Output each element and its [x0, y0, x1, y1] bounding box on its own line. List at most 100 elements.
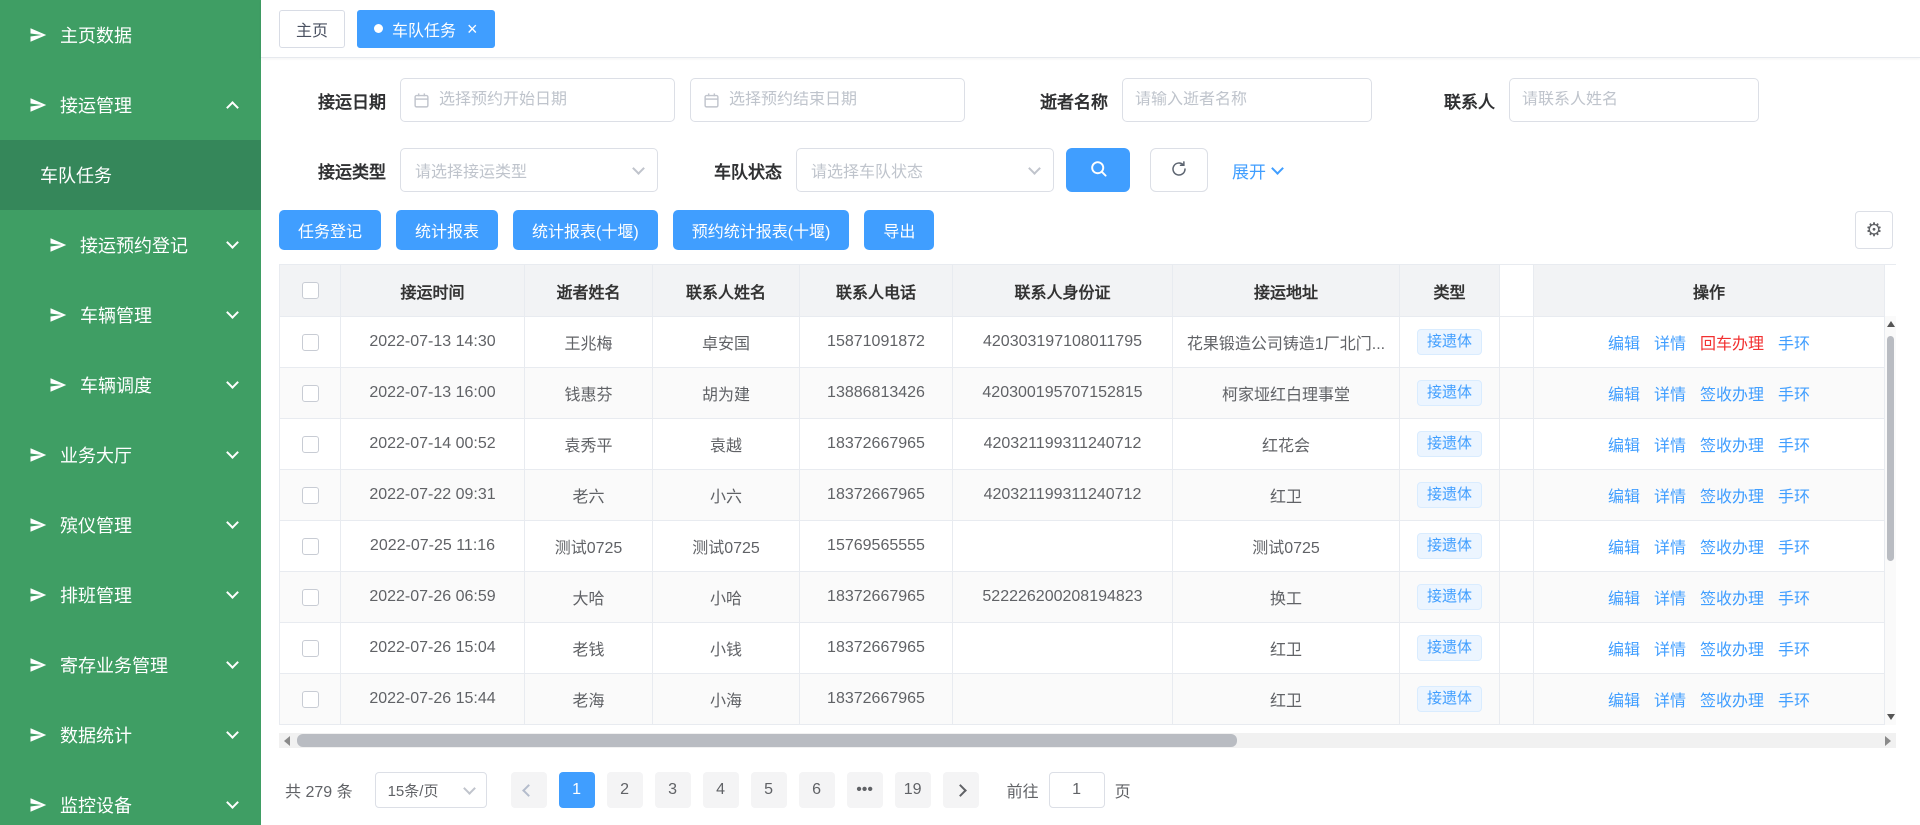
sidebar-item[interactable]: 车队任务 [0, 140, 261, 210]
search-button[interactable] [1066, 148, 1130, 192]
next-page-button[interactable] [943, 772, 979, 808]
start-date-input[interactable] [439, 91, 662, 109]
action-link[interactable]: 签收办理 [1700, 687, 1764, 711]
sidebar-item[interactable]: 接运预约登记 [0, 210, 261, 280]
row-checkbox[interactable] [302, 538, 319, 555]
action-link[interactable]: 编辑 [1608, 483, 1640, 507]
end-date-input[interactable] [729, 91, 952, 109]
page-button[interactable]: 5 [751, 772, 787, 808]
action-link[interactable]: 手环 [1778, 483, 1810, 507]
settings-button[interactable]: ⚙ [1855, 211, 1893, 249]
action-link[interactable]: 手环 [1778, 636, 1810, 660]
prev-page-button[interactable] [511, 772, 547, 808]
tab[interactable]: 主页 [279, 10, 345, 48]
row-checkbox[interactable] [302, 385, 319, 402]
action-link[interactable]: 签收办理 [1700, 534, 1764, 558]
chevron-icon [226, 796, 239, 809]
action-link[interactable]: 手环 [1778, 330, 1810, 354]
pickup-type-select[interactable]: 请选择接运类型 [400, 148, 658, 192]
sidebar-item[interactable]: 业务大厅 [0, 420, 261, 490]
row-checkbox[interactable] [302, 640, 319, 657]
action-link[interactable]: 手环 [1778, 585, 1810, 609]
action-link[interactable]: 编辑 [1608, 432, 1640, 456]
action-link[interactable]: 详情 [1654, 534, 1686, 558]
page-button[interactable]: 1 [559, 772, 595, 808]
scroll-down-icon[interactable] [1887, 714, 1895, 720]
action-link[interactable]: 详情 [1654, 585, 1686, 609]
toolbar-button[interactable]: 任务登记 [279, 210, 381, 250]
page-button[interactable]: 2 [607, 772, 643, 808]
sidebar-item[interactable]: 主页数据 [0, 0, 261, 70]
action-link[interactable]: 编辑 [1608, 636, 1640, 660]
scroll-up-icon[interactable] [1887, 321, 1895, 327]
action-link[interactable]: 手环 [1778, 534, 1810, 558]
action-link[interactable]: 详情 [1654, 636, 1686, 660]
page-button[interactable]: 4 [703, 772, 739, 808]
horizontal-scroll-thumb[interactable] [297, 734, 1237, 747]
refresh-button[interactable] [1150, 148, 1208, 192]
action-link[interactable]: 手环 [1778, 687, 1810, 711]
action-link[interactable]: 签收办理 [1700, 381, 1764, 405]
action-link[interactable]: 详情 [1654, 330, 1686, 354]
deceased-name-input[interactable] [1135, 91, 1359, 109]
action-link[interactable]: 详情 [1654, 432, 1686, 456]
horizontal-scrollbar[interactable] [279, 733, 1896, 748]
sidebar-item[interactable]: 监控设备 [0, 770, 261, 825]
row-checkbox[interactable] [302, 691, 319, 708]
select-all-checkbox[interactable] [302, 282, 319, 299]
toolbar-button[interactable]: 统计报表(十堰) [513, 210, 658, 250]
sidebar-item[interactable]: 排班管理 [0, 560, 261, 630]
sidebar-item[interactable]: 殡仪管理 [0, 490, 261, 560]
expand-toggle[interactable]: 展开 [1232, 158, 1282, 183]
cell-pickup-time: 2022-07-26 15:04 [341, 623, 525, 674]
chevron-icon [226, 376, 239, 389]
action-link[interactable]: 编辑 [1608, 534, 1640, 558]
sidebar-item[interactable]: 接运管理 [0, 70, 261, 140]
tab[interactable]: 车队任务 [357, 10, 495, 48]
page-size-select[interactable]: 15条/页 [375, 772, 487, 808]
action-link[interactable]: 签收办理 [1700, 483, 1764, 507]
scroll-left-icon[interactable] [279, 733, 295, 748]
cell-actions: 编辑 详情 签收办理 手环 [1534, 572, 1885, 623]
toolbar-button[interactable]: 导出 [864, 210, 934, 250]
row-checkbox[interactable] [302, 487, 319, 504]
vertical-scroll-thumb[interactable] [1887, 336, 1894, 561]
action-link[interactable]: 手环 [1778, 381, 1810, 405]
contact-name-input[interactable] [1522, 91, 1746, 109]
action-link[interactable]: 签收办理 [1700, 585, 1764, 609]
row-checkbox[interactable] [302, 334, 319, 351]
action-link[interactable]: 详情 [1654, 381, 1686, 405]
action-link[interactable]: 签收办理 [1700, 432, 1764, 456]
sidebar-item[interactable]: 数据统计 [0, 700, 261, 770]
vertical-scrollbar[interactable] [1884, 316, 1896, 725]
page-button[interactable]: 3 [655, 772, 691, 808]
deceased-name-field[interactable] [1122, 78, 1372, 122]
action-link[interactable]: 编辑 [1608, 687, 1640, 711]
action-link[interactable]: 签收办理 [1700, 636, 1764, 660]
toolbar-button[interactable]: 统计报表 [396, 210, 498, 250]
scroll-right-icon[interactable] [1880, 733, 1896, 748]
row-checkbox[interactable] [302, 436, 319, 453]
action-link[interactable]: 编辑 [1608, 585, 1640, 609]
sidebar-item[interactable]: 车辆管理 [0, 280, 261, 350]
fleet-status-select[interactable]: 请选择车队状态 [796, 148, 1054, 192]
end-date-field[interactable] [690, 78, 965, 122]
action-link[interactable]: 详情 [1654, 687, 1686, 711]
close-icon[interactable] [467, 20, 478, 38]
sidebar-item[interactable]: 寄存业务管理 [0, 630, 261, 700]
toolbar-button[interactable]: 预约统计报表(十堰) [673, 210, 850, 250]
action-link[interactable]: 编辑 [1608, 381, 1640, 405]
action-link[interactable]: 编辑 [1608, 330, 1640, 354]
start-date-field[interactable] [400, 78, 675, 122]
action-link[interactable]: 详情 [1654, 483, 1686, 507]
page-button[interactable]: ••• [847, 772, 883, 808]
sidebar-item[interactable]: 车辆调度 [0, 350, 261, 420]
page-button[interactable]: 6 [799, 772, 835, 808]
cell-pickup-address: 红卫 [1173, 623, 1400, 674]
action-link[interactable]: 回车办理 [1700, 330, 1764, 354]
goto-page-input[interactable] [1049, 772, 1105, 808]
page-button[interactable]: 19 [895, 772, 931, 808]
action-link[interactable]: 手环 [1778, 432, 1810, 456]
row-checkbox[interactable] [302, 589, 319, 606]
contact-name-field[interactable] [1509, 78, 1759, 122]
